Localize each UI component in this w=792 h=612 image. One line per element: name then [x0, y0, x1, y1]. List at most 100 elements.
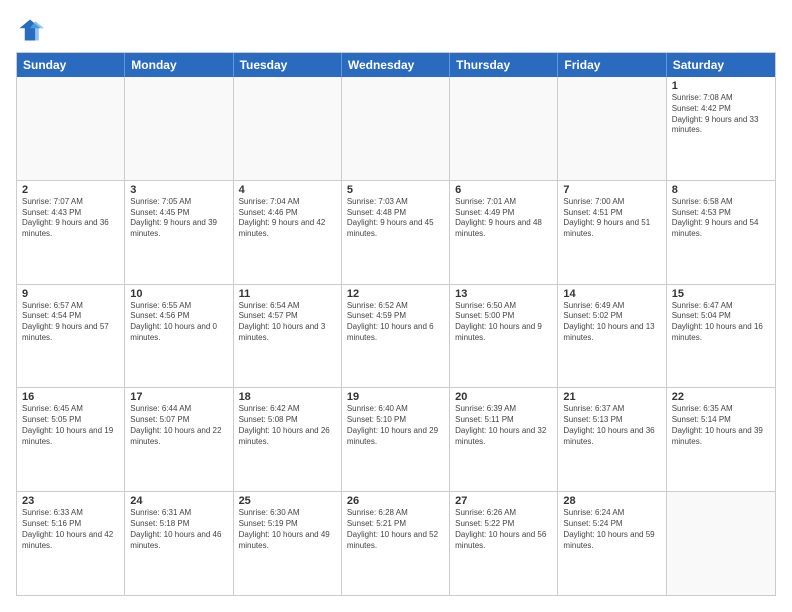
day-number: 8 — [672, 184, 770, 196]
calendar-row-2: 9Sunrise: 6:57 AM Sunset: 4:54 PM Daylig… — [17, 285, 775, 389]
day-number: 5 — [347, 184, 444, 196]
day-info: Sunrise: 6:35 AM Sunset: 5:14 PM Dayligh… — [672, 404, 770, 447]
header-day-tuesday: Tuesday — [234, 53, 342, 77]
day-cell-15: 15Sunrise: 6:47 AM Sunset: 5:04 PM Dayli… — [667, 285, 775, 388]
empty-cell-4-6 — [667, 492, 775, 595]
day-info: Sunrise: 7:07 AM Sunset: 4:43 PM Dayligh… — [22, 197, 119, 240]
day-info: Sunrise: 6:24 AM Sunset: 5:24 PM Dayligh… — [563, 508, 660, 551]
header — [16, 16, 776, 44]
header-day-wednesday: Wednesday — [342, 53, 450, 77]
day-number: 20 — [455, 391, 552, 403]
empty-cell-0-2 — [234, 77, 342, 180]
day-number: 22 — [672, 391, 770, 403]
calendar-row-4: 23Sunrise: 6:33 AM Sunset: 5:16 PM Dayli… — [17, 492, 775, 595]
day-cell-25: 25Sunrise: 6:30 AM Sunset: 5:19 PM Dayli… — [234, 492, 342, 595]
day-number: 18 — [239, 391, 336, 403]
calendar-row-0: 1Sunrise: 7:08 AM Sunset: 4:42 PM Daylig… — [17, 77, 775, 181]
day-number: 1 — [672, 80, 770, 92]
day-info: Sunrise: 6:40 AM Sunset: 5:10 PM Dayligh… — [347, 404, 444, 447]
day-number: 26 — [347, 495, 444, 507]
day-number: 13 — [455, 288, 552, 300]
day-number: 28 — [563, 495, 660, 507]
calendar-row-1: 2Sunrise: 7:07 AM Sunset: 4:43 PM Daylig… — [17, 181, 775, 285]
day-info: Sunrise: 6:42 AM Sunset: 5:08 PM Dayligh… — [239, 404, 336, 447]
day-cell-3: 3Sunrise: 7:05 AM Sunset: 4:45 PM Daylig… — [125, 181, 233, 284]
day-info: Sunrise: 6:31 AM Sunset: 5:18 PM Dayligh… — [130, 508, 227, 551]
day-cell-23: 23Sunrise: 6:33 AM Sunset: 5:16 PM Dayli… — [17, 492, 125, 595]
day-cell-28: 28Sunrise: 6:24 AM Sunset: 5:24 PM Dayli… — [558, 492, 666, 595]
header-day-thursday: Thursday — [450, 53, 558, 77]
day-number: 4 — [239, 184, 336, 196]
day-number: 27 — [455, 495, 552, 507]
day-info: Sunrise: 6:45 AM Sunset: 5:05 PM Dayligh… — [22, 404, 119, 447]
day-cell-6: 6Sunrise: 7:01 AM Sunset: 4:49 PM Daylig… — [450, 181, 558, 284]
day-number: 19 — [347, 391, 444, 403]
day-cell-9: 9Sunrise: 6:57 AM Sunset: 4:54 PM Daylig… — [17, 285, 125, 388]
day-number: 2 — [22, 184, 119, 196]
day-cell-2: 2Sunrise: 7:07 AM Sunset: 4:43 PM Daylig… — [17, 181, 125, 284]
day-cell-13: 13Sunrise: 6:50 AM Sunset: 5:00 PM Dayli… — [450, 285, 558, 388]
logo — [16, 16, 48, 44]
day-number: 15 — [672, 288, 770, 300]
day-info: Sunrise: 7:04 AM Sunset: 4:46 PM Dayligh… — [239, 197, 336, 240]
header-day-monday: Monday — [125, 53, 233, 77]
day-info: Sunrise: 6:28 AM Sunset: 5:21 PM Dayligh… — [347, 508, 444, 551]
day-info: Sunrise: 6:44 AM Sunset: 5:07 PM Dayligh… — [130, 404, 227, 447]
logo-icon — [16, 16, 44, 44]
day-info: Sunrise: 6:58 AM Sunset: 4:53 PM Dayligh… — [672, 197, 770, 240]
day-number: 11 — [239, 288, 336, 300]
day-info: Sunrise: 6:52 AM Sunset: 4:59 PM Dayligh… — [347, 301, 444, 344]
day-cell-24: 24Sunrise: 6:31 AM Sunset: 5:18 PM Dayli… — [125, 492, 233, 595]
day-number: 16 — [22, 391, 119, 403]
day-cell-12: 12Sunrise: 6:52 AM Sunset: 4:59 PM Dayli… — [342, 285, 450, 388]
day-cell-8: 8Sunrise: 6:58 AM Sunset: 4:53 PM Daylig… — [667, 181, 775, 284]
header-day-sunday: Sunday — [17, 53, 125, 77]
day-cell-14: 14Sunrise: 6:49 AM Sunset: 5:02 PM Dayli… — [558, 285, 666, 388]
empty-cell-0-0 — [17, 77, 125, 180]
day-cell-10: 10Sunrise: 6:55 AM Sunset: 4:56 PM Dayli… — [125, 285, 233, 388]
empty-cell-0-4 — [450, 77, 558, 180]
day-number: 25 — [239, 495, 336, 507]
day-cell-11: 11Sunrise: 6:54 AM Sunset: 4:57 PM Dayli… — [234, 285, 342, 388]
day-cell-4: 4Sunrise: 7:04 AM Sunset: 4:46 PM Daylig… — [234, 181, 342, 284]
day-info: Sunrise: 7:08 AM Sunset: 4:42 PM Dayligh… — [672, 93, 770, 136]
day-cell-5: 5Sunrise: 7:03 AM Sunset: 4:48 PM Daylig… — [342, 181, 450, 284]
day-cell-17: 17Sunrise: 6:44 AM Sunset: 5:07 PM Dayli… — [125, 388, 233, 491]
header-day-saturday: Saturday — [667, 53, 775, 77]
day-info: Sunrise: 6:47 AM Sunset: 5:04 PM Dayligh… — [672, 301, 770, 344]
day-cell-22: 22Sunrise: 6:35 AM Sunset: 5:14 PM Dayli… — [667, 388, 775, 491]
day-cell-19: 19Sunrise: 6:40 AM Sunset: 5:10 PM Dayli… — [342, 388, 450, 491]
day-cell-27: 27Sunrise: 6:26 AM Sunset: 5:22 PM Dayli… — [450, 492, 558, 595]
day-number: 23 — [22, 495, 119, 507]
day-info: Sunrise: 7:03 AM Sunset: 4:48 PM Dayligh… — [347, 197, 444, 240]
day-number: 14 — [563, 288, 660, 300]
calendar: SundayMondayTuesdayWednesdayThursdayFrid… — [16, 52, 776, 596]
day-cell-26: 26Sunrise: 6:28 AM Sunset: 5:21 PM Dayli… — [342, 492, 450, 595]
day-cell-16: 16Sunrise: 6:45 AM Sunset: 5:05 PM Dayli… — [17, 388, 125, 491]
day-number: 24 — [130, 495, 227, 507]
day-info: Sunrise: 6:33 AM Sunset: 5:16 PM Dayligh… — [22, 508, 119, 551]
empty-cell-0-1 — [125, 77, 233, 180]
day-cell-18: 18Sunrise: 6:42 AM Sunset: 5:08 PM Dayli… — [234, 388, 342, 491]
empty-cell-0-5 — [558, 77, 666, 180]
day-number: 12 — [347, 288, 444, 300]
day-cell-1: 1Sunrise: 7:08 AM Sunset: 4:42 PM Daylig… — [667, 77, 775, 180]
calendar-body: 1Sunrise: 7:08 AM Sunset: 4:42 PM Daylig… — [17, 77, 775, 595]
day-number: 7 — [563, 184, 660, 196]
day-info: Sunrise: 6:26 AM Sunset: 5:22 PM Dayligh… — [455, 508, 552, 551]
day-info: Sunrise: 6:55 AM Sunset: 4:56 PM Dayligh… — [130, 301, 227, 344]
day-number: 9 — [22, 288, 119, 300]
day-info: Sunrise: 6:50 AM Sunset: 5:00 PM Dayligh… — [455, 301, 552, 344]
day-cell-20: 20Sunrise: 6:39 AM Sunset: 5:11 PM Dayli… — [450, 388, 558, 491]
day-info: Sunrise: 7:00 AM Sunset: 4:51 PM Dayligh… — [563, 197, 660, 240]
day-number: 17 — [130, 391, 227, 403]
day-info: Sunrise: 7:01 AM Sunset: 4:49 PM Dayligh… — [455, 197, 552, 240]
day-info: Sunrise: 6:39 AM Sunset: 5:11 PM Dayligh… — [455, 404, 552, 447]
day-number: 6 — [455, 184, 552, 196]
header-day-friday: Friday — [558, 53, 666, 77]
calendar-row-3: 16Sunrise: 6:45 AM Sunset: 5:05 PM Dayli… — [17, 388, 775, 492]
day-info: Sunrise: 6:54 AM Sunset: 4:57 PM Dayligh… — [239, 301, 336, 344]
day-cell-21: 21Sunrise: 6:37 AM Sunset: 5:13 PM Dayli… — [558, 388, 666, 491]
day-info: Sunrise: 6:57 AM Sunset: 4:54 PM Dayligh… — [22, 301, 119, 344]
day-number: 3 — [130, 184, 227, 196]
